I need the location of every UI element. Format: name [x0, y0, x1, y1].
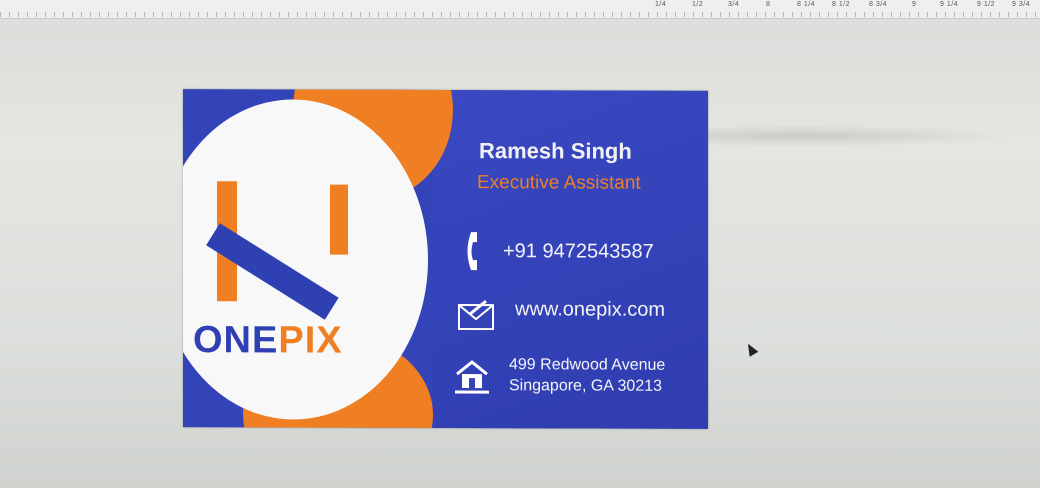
ruler-label: 9 3/4 — [1012, 1, 1031, 8]
ruler-label: 3/4 — [728, 1, 740, 8]
person-name: Ramesh Singh — [479, 138, 632, 164]
ruler-label: 1/4 — [655, 1, 667, 8]
ruler-label: 9 1/4 — [940, 1, 959, 8]
person-title: Executive Assistant — [477, 172, 641, 194]
ruler-label: 9 1/2 — [977, 1, 996, 8]
ruler-label: 8 1/2 — [832, 1, 851, 8]
brand-logo-text: ONEPIX — [193, 319, 343, 363]
ruler-label: 8 1/4 — [797, 1, 816, 8]
mouse-cursor-icon — [743, 341, 759, 357]
brand-one: ONE — [193, 319, 279, 362]
phone-icon — [467, 232, 477, 271]
brand-pix: PIX — [278, 319, 343, 362]
website: www.onepix.com — [515, 298, 666, 321]
ruler-label: 1/2 — [692, 1, 704, 8]
home-icon — [455, 360, 489, 394]
ruler: 1/4 1/2 3/4 8 8 1/4 8 1/2 8 3/4 9 9 1/4 … — [0, 0, 1040, 19]
ruler-label: 9 — [912, 1, 917, 8]
logo-mark-right-bar — [330, 184, 348, 255]
mail-icon — [458, 300, 494, 331]
ruler-label: 8 3/4 — [869, 1, 888, 8]
address-line-1: 499 Redwood Avenue — [509, 356, 666, 374]
business-card[interactable]: ONEPIX Ramesh Singh Executive Assistant … — [183, 89, 708, 429]
address-line-2: Singapore, GA 30213 — [509, 377, 663, 395]
phone-number: +91 9472543587 — [503, 240, 654, 263]
address: 499 Redwood Avenue Singapore, GA 30213 — [509, 354, 665, 397]
ruler-label: 8 — [766, 1, 771, 8]
